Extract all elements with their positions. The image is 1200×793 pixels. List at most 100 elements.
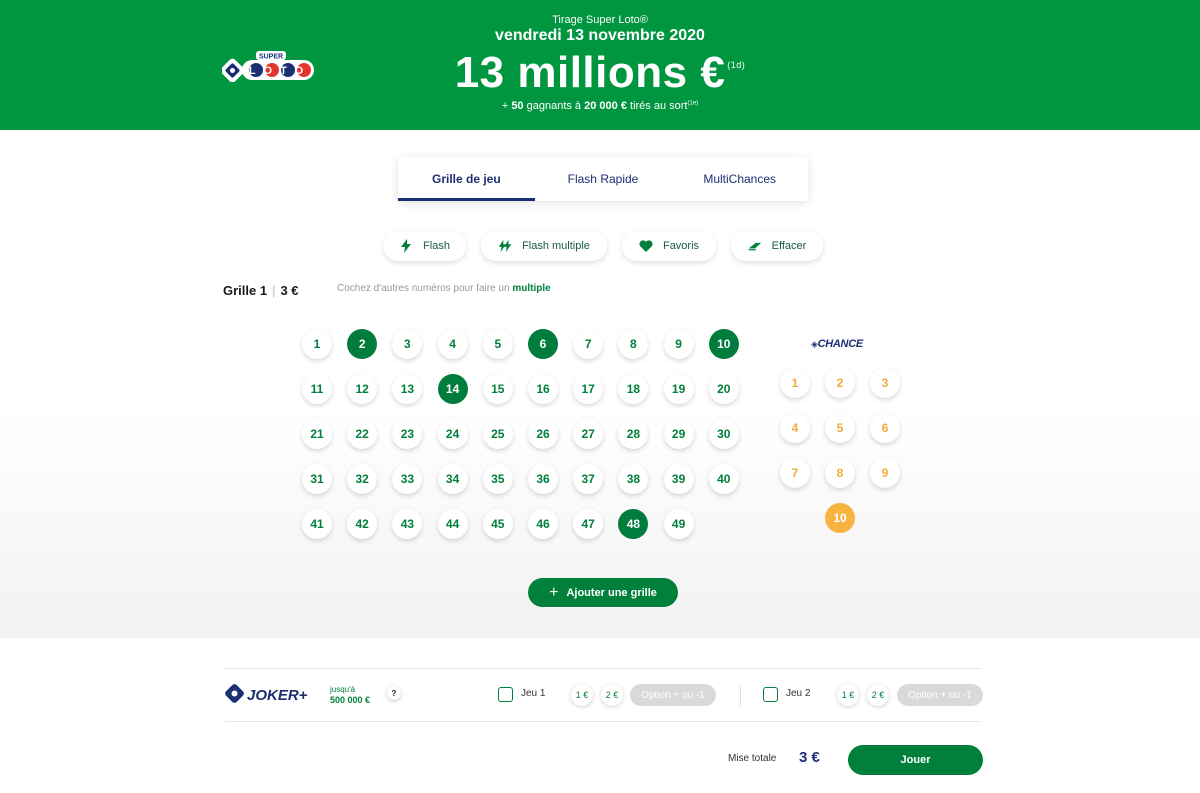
- eraser-icon: [748, 239, 762, 253]
- jeu2-checkbox[interactable]: [763, 687, 778, 702]
- heart-icon: [639, 239, 653, 253]
- jeu1-price-1[interactable]: 1 €: [571, 684, 593, 706]
- chance-ball-10[interactable]: 10: [825, 503, 855, 533]
- number-ball-4[interactable]: 4: [437, 329, 468, 359]
- number-ball-29[interactable]: 29: [663, 419, 694, 449]
- number-ball-8[interactable]: 8: [618, 329, 649, 359]
- jeu2-option-button[interactable]: Option + ou -1: [897, 684, 983, 706]
- chance-ball-6[interactable]: 6: [870, 413, 900, 443]
- joker-divider: [740, 685, 741, 707]
- number-ball-7[interactable]: 7: [573, 329, 604, 359]
- number-ball-2[interactable]: 2: [347, 329, 378, 359]
- number-ball-42[interactable]: 42: [347, 509, 378, 539]
- number-ball-47[interactable]: 47: [573, 509, 604, 539]
- joker-max-prize: jusqu'à 500 000 €: [330, 685, 371, 705]
- jeu2-price-1[interactable]: 1 €: [837, 684, 859, 706]
- number-ball-38[interactable]: 38: [618, 464, 649, 494]
- number-ball-39[interactable]: 39: [663, 464, 694, 494]
- number-ball-48[interactable]: 48: [618, 509, 649, 539]
- chance-ball-8[interactable]: 8: [825, 458, 855, 488]
- total-stake-value: 3 €: [799, 749, 820, 766]
- jackpot-amount: 13 millions € (1d): [454, 48, 746, 97]
- number-ball-16[interactable]: 16: [528, 374, 558, 404]
- number-ball-18[interactable]: 18: [618, 374, 649, 404]
- number-ball-32[interactable]: 32: [347, 464, 378, 494]
- chance-ball-5[interactable]: 5: [825, 413, 855, 443]
- tab-grille-de-jeu[interactable]: Grille de jeu: [398, 157, 535, 201]
- chance-ball-7[interactable]: 7: [780, 458, 810, 488]
- number-ball-11[interactable]: 11: [302, 374, 332, 404]
- joker-help-button[interactable]: ?: [387, 686, 401, 700]
- number-ball-30[interactable]: 30: [708, 419, 739, 449]
- number-ball-27[interactable]: 27: [573, 419, 604, 449]
- number-ball-15[interactable]: 15: [482, 374, 513, 404]
- draw-label: Tirage Super Loto®: [552, 14, 648, 26]
- number-ball-13[interactable]: 13: [392, 374, 423, 404]
- number-ball-21[interactable]: 21: [302, 419, 332, 449]
- number-ball-9[interactable]: 9: [663, 329, 694, 359]
- joker-plus-logo: JOKER+: [225, 684, 308, 704]
- number-ball-33[interactable]: 33: [392, 464, 423, 494]
- tab-multichances[interactable]: MultiChances: [671, 157, 808, 201]
- number-ball-46[interactable]: 46: [528, 509, 558, 539]
- number-ball-24[interactable]: 24: [437, 419, 468, 449]
- number-ball-43[interactable]: 43: [392, 509, 423, 539]
- number-ball-1[interactable]: 1: [302, 329, 332, 359]
- plus-icon: +: [549, 583, 559, 601]
- jackpot-note: (1d): [727, 60, 746, 70]
- number-ball-37[interactable]: 37: [573, 464, 604, 494]
- number-ball-23[interactable]: 23: [392, 419, 423, 449]
- draw-date: vendredi 13 novembre 2020: [495, 27, 705, 44]
- jeu1-option-button[interactable]: Option + ou -1: [630, 684, 716, 706]
- jeu2-label: Jeu 2: [786, 688, 811, 699]
- number-ball-19[interactable]: 19: [663, 374, 694, 404]
- chance-ball-3[interactable]: 3: [870, 368, 900, 398]
- chance-ball-1[interactable]: 1: [780, 368, 810, 398]
- flash-button[interactable]: Flash: [383, 231, 466, 261]
- play-button[interactable]: Jouer: [848, 745, 983, 775]
- lightning-icon: [399, 239, 413, 253]
- number-ball-31[interactable]: 31: [302, 464, 332, 494]
- number-ball-36[interactable]: 36: [528, 464, 558, 494]
- game-area: Grille de jeu Flash Rapide MultiChances …: [0, 130, 1200, 638]
- number-ball-6[interactable]: 6: [528, 329, 558, 359]
- number-ball-26[interactable]: 26: [528, 419, 558, 449]
- number-ball-35[interactable]: 35: [482, 464, 513, 494]
- jeu2-price-2[interactable]: 2 €: [867, 684, 889, 706]
- chance-ball-9[interactable]: 9: [870, 458, 900, 488]
- tab-flash-rapide[interactable]: Flash Rapide: [535, 157, 672, 201]
- number-ball-44[interactable]: 44: [437, 509, 468, 539]
- multiple-hint: Cochez d'autres numéros pour faire un mu…: [337, 283, 551, 294]
- grid-title: Grille 1 | 3 €: [223, 283, 299, 298]
- add-grid-button[interactable]: + Ajouter une grille: [528, 578, 678, 607]
- multiple-link[interactable]: multiple: [512, 283, 550, 294]
- number-ball-12[interactable]: 12: [347, 374, 378, 404]
- double-lightning-icon: [498, 239, 512, 253]
- clear-button[interactable]: Effacer: [731, 231, 823, 261]
- number-ball-28[interactable]: 28: [618, 419, 649, 449]
- number-ball-22[interactable]: 22: [347, 419, 378, 449]
- jeu1-price-2[interactable]: 2 €: [601, 684, 623, 706]
- chance-ball-2[interactable]: 2: [825, 368, 855, 398]
- chance-ball-4[interactable]: 4: [780, 413, 810, 443]
- number-ball-20[interactable]: 20: [708, 374, 739, 404]
- favorites-button[interactable]: Favoris: [622, 231, 716, 261]
- number-ball-25[interactable]: 25: [482, 419, 513, 449]
- grid-tools: Flash Flash multiple Favoris Effacer: [0, 231, 1200, 261]
- number-ball-3[interactable]: 3: [392, 329, 423, 359]
- number-ball-5[interactable]: 5: [482, 329, 513, 359]
- jeu1-checkbox[interactable]: [498, 687, 513, 702]
- chance-logo: ◈CHANCE: [811, 338, 863, 350]
- number-ball-49[interactable]: 49: [663, 509, 694, 539]
- total-stake-label: Mise totale: [728, 753, 777, 764]
- number-ball-40[interactable]: 40: [708, 464, 739, 494]
- svg-text:JOKER+: JOKER+: [247, 687, 308, 704]
- number-ball-14[interactable]: 14: [437, 374, 468, 404]
- number-ball-45[interactable]: 45: [482, 509, 513, 539]
- number-ball-34[interactable]: 34: [437, 464, 468, 494]
- flash-multiple-button[interactable]: Flash multiple: [481, 231, 607, 261]
- number-ball-41[interactable]: 41: [302, 509, 332, 539]
- number-ball-17[interactable]: 17: [573, 374, 604, 404]
- number-ball-10[interactable]: 10: [708, 329, 739, 359]
- draw-header: SUPER LOTO Tirage Super Loto® vendredi 1…: [0, 0, 1200, 130]
